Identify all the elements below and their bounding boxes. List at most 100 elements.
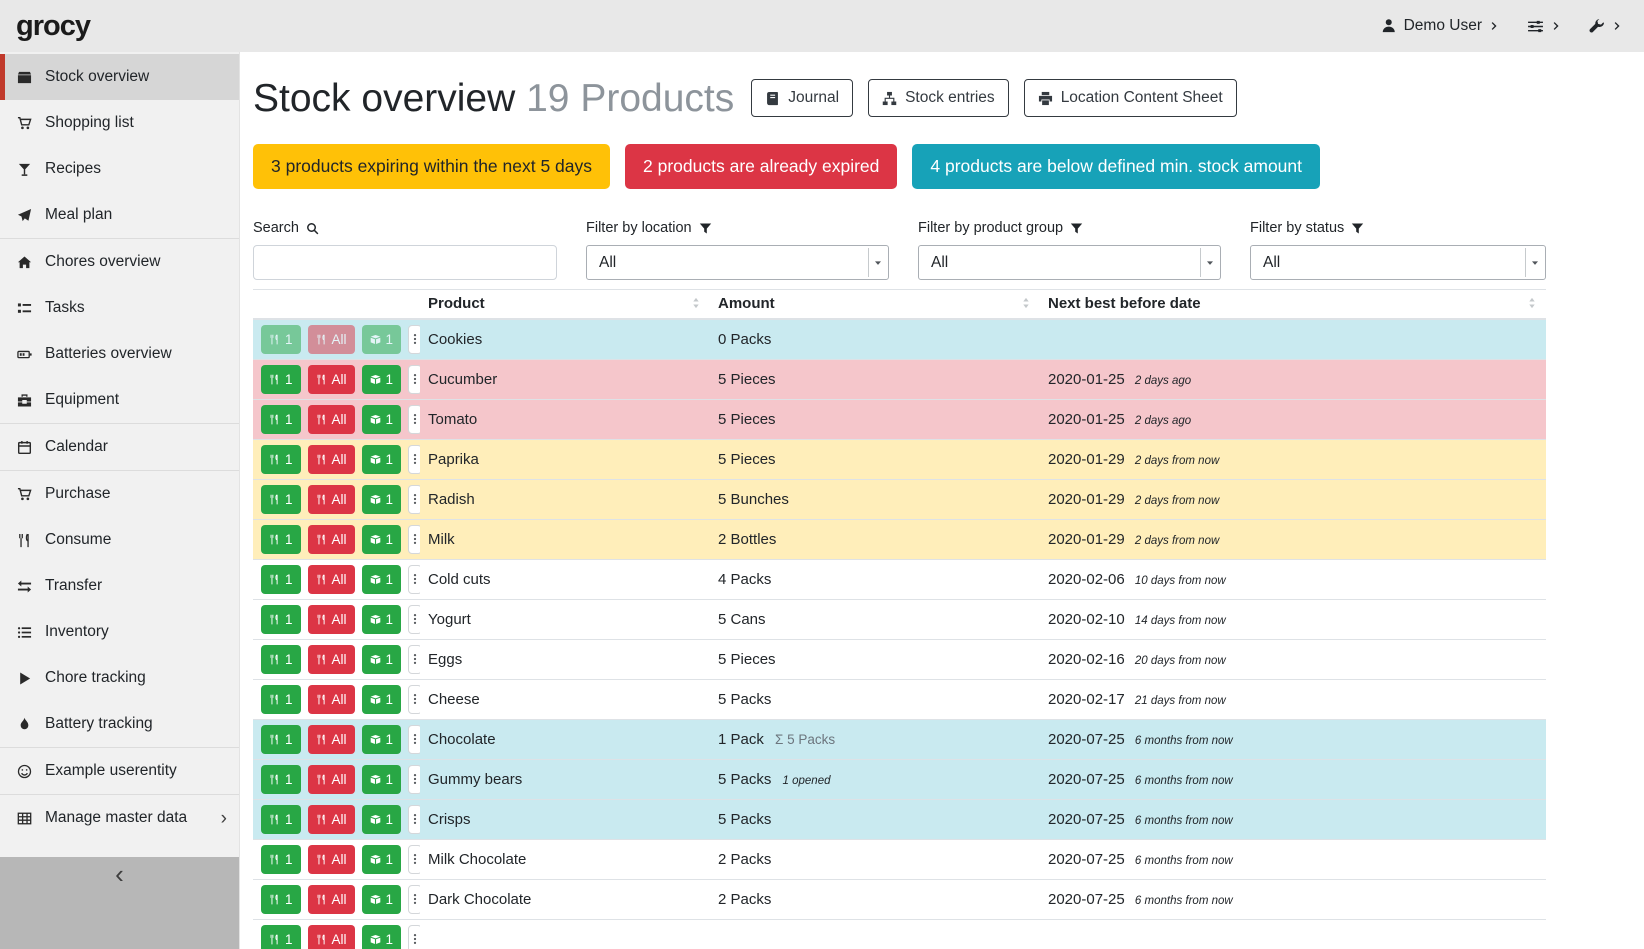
open-one-button[interactable]: 1 xyxy=(362,325,402,354)
sidebar-item-calendar[interactable]: Calendar xyxy=(0,424,239,470)
location-filter[interactable]: All xyxy=(586,245,889,280)
column-header-amount[interactable]: Amount xyxy=(710,290,1040,319)
open-one-button[interactable]: 1 xyxy=(362,765,402,794)
open-one-button[interactable]: 1 xyxy=(362,405,402,434)
sidebar-item-chore-tracking[interactable]: Chore tracking xyxy=(0,655,239,701)
consume-all-button[interactable]: All xyxy=(308,605,355,634)
sidebar-item-inventory[interactable]: Inventory xyxy=(0,609,239,655)
consume-all-button[interactable]: All xyxy=(308,525,355,554)
row-menu-button[interactable] xyxy=(408,925,420,949)
consume-all-button[interactable]: All xyxy=(308,725,355,754)
user-menu[interactable]: Demo User xyxy=(1381,17,1499,35)
sort-icon[interactable] xyxy=(1526,297,1538,309)
open-one-button[interactable]: 1 xyxy=(362,525,402,554)
consume-all-button[interactable]: All xyxy=(308,685,355,714)
expired-banner[interactable]: 2 products are already expired xyxy=(625,144,897,189)
open-one-button[interactable]: 1 xyxy=(362,445,402,474)
sidebar-item-purchase[interactable]: Purchase xyxy=(0,471,239,517)
sidebar-item-equipment[interactable]: Equipment xyxy=(0,377,239,423)
sidebar-item-meal-plan[interactable]: Meal plan xyxy=(0,192,239,238)
row-menu-button[interactable] xyxy=(408,485,420,514)
consume-one-button[interactable]: 1 xyxy=(261,485,301,514)
expiring-soon-banner[interactable]: 3 products expiring within the next 5 da… xyxy=(253,144,610,189)
row-menu-button[interactable] xyxy=(408,645,420,674)
open-one-button[interactable]: 1 xyxy=(362,565,402,594)
sidebar-item-example-userentity[interactable]: Example userentity xyxy=(0,748,239,794)
consume-all-button[interactable]: All xyxy=(308,445,355,474)
row-menu-button[interactable] xyxy=(408,845,420,874)
sidebar-item-manage-master-data[interactable]: Manage master data› xyxy=(0,795,239,841)
consume-all-button[interactable]: All xyxy=(308,485,355,514)
sidebar-item-recipes[interactable]: Recipes xyxy=(0,146,239,192)
consume-all-button[interactable]: All xyxy=(308,765,355,794)
sidebar-item-stock-overview[interactable]: Stock overview xyxy=(0,54,239,100)
consume-one-button[interactable]: 1 xyxy=(261,725,301,754)
stock-entries-button[interactable]: Stock entries xyxy=(868,79,1009,117)
sidebar-item-shopping-list[interactable]: Shopping list xyxy=(0,100,239,146)
consume-one-button[interactable]: 1 xyxy=(261,685,301,714)
consume-all-button[interactable]: All xyxy=(308,325,355,354)
sort-icon[interactable] xyxy=(1020,297,1032,309)
consume-all-button[interactable]: All xyxy=(308,565,355,594)
consume-one-button[interactable]: 1 xyxy=(261,845,301,874)
location-content-sheet-button[interactable]: Location Content Sheet xyxy=(1024,79,1237,117)
below-min-stock-banner[interactable]: 4 products are below defined min. stock … xyxy=(912,144,1320,189)
consume-one-button[interactable]: 1 xyxy=(261,525,301,554)
consume-all-button[interactable]: All xyxy=(308,405,355,434)
row-menu-button[interactable] xyxy=(408,725,420,754)
open-one-button[interactable]: 1 xyxy=(362,685,402,714)
row-menu-button[interactable] xyxy=(408,525,420,554)
open-one-button[interactable]: 1 xyxy=(362,725,402,754)
sidebar-item-batteries-overview[interactable]: Batteries overview xyxy=(0,331,239,377)
open-one-button[interactable]: 1 xyxy=(362,885,402,914)
row-menu-button[interactable] xyxy=(408,685,420,714)
consume-all-button[interactable]: All xyxy=(308,925,355,949)
open-one-button[interactable]: 1 xyxy=(362,365,402,394)
consume-all-button[interactable]: All xyxy=(308,365,355,394)
open-one-button[interactable]: 1 xyxy=(362,645,402,674)
sidebar-item-chores-overview[interactable]: Chores overview xyxy=(0,239,239,285)
row-menu-button[interactable] xyxy=(408,565,420,594)
consume-one-button[interactable]: 1 xyxy=(261,765,301,794)
row-menu-button[interactable] xyxy=(408,365,420,394)
open-one-button[interactable]: 1 xyxy=(362,805,402,834)
row-menu-button[interactable] xyxy=(408,765,420,794)
open-one-button[interactable]: 1 xyxy=(362,845,402,874)
consume-one-button[interactable]: 1 xyxy=(261,925,301,949)
row-menu-button[interactable] xyxy=(408,885,420,914)
settings-menu[interactable] xyxy=(1527,18,1561,35)
consume-all-button[interactable]: All xyxy=(308,805,355,834)
row-menu-button[interactable] xyxy=(408,445,420,474)
consume-one-button[interactable]: 1 xyxy=(261,805,301,834)
row-menu-button[interactable] xyxy=(408,325,420,354)
open-one-button[interactable]: 1 xyxy=(362,605,402,634)
consume-one-button[interactable]: 1 xyxy=(261,885,301,914)
journal-button[interactable]: Journal xyxy=(751,79,853,117)
consume-one-button[interactable]: 1 xyxy=(261,645,301,674)
search-input[interactable] xyxy=(253,245,557,280)
app-logo[interactable]: grocy xyxy=(16,10,90,43)
open-one-button[interactable]: 1 xyxy=(362,485,402,514)
consume-all-button[interactable]: All xyxy=(308,845,355,874)
row-menu-button[interactable] xyxy=(408,805,420,834)
admin-menu[interactable] xyxy=(1589,18,1622,34)
consume-one-button[interactable]: 1 xyxy=(261,445,301,474)
consume-one-button[interactable]: 1 xyxy=(261,325,301,354)
row-menu-button[interactable] xyxy=(408,605,420,634)
product-group-filter[interactable]: All xyxy=(918,245,1221,280)
sidebar-item-battery-tracking[interactable]: Battery tracking xyxy=(0,701,239,747)
row-menu-button[interactable] xyxy=(408,405,420,434)
open-one-button[interactable]: 1 xyxy=(362,925,402,949)
sidebar-item-consume[interactable]: Consume xyxy=(0,517,239,563)
consume-one-button[interactable]: 1 xyxy=(261,405,301,434)
column-header-product[interactable]: Product xyxy=(420,290,710,319)
sidebar-item-tasks[interactable]: Tasks xyxy=(0,285,239,331)
status-filter[interactable]: All xyxy=(1250,245,1546,280)
sidebar-collapse-button[interactable]: ‹ xyxy=(115,859,124,890)
consume-one-button[interactable]: 1 xyxy=(261,605,301,634)
consume-all-button[interactable]: All xyxy=(308,645,355,674)
sort-icon[interactable] xyxy=(690,297,702,309)
column-header-next-best-before-date[interactable]: Next best before date xyxy=(1040,290,1546,319)
sidebar-item-transfer[interactable]: Transfer xyxy=(0,563,239,609)
consume-all-button[interactable]: All xyxy=(308,885,355,914)
